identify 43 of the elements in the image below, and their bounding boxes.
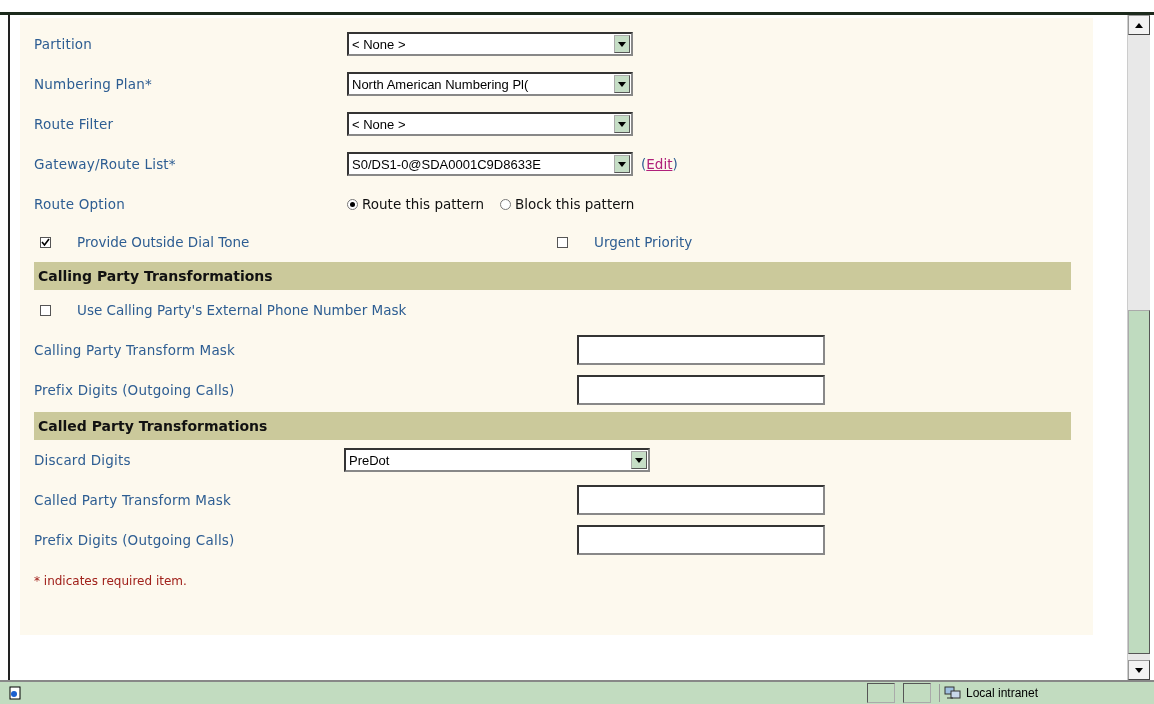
text-field[interactable] [577,485,825,515]
dropdown[interactable]: PreDot [344,448,650,472]
field-label: Route Filter [34,116,115,132]
field-label: Calling Party Transform Mask [34,342,237,358]
text-field[interactable] [577,525,825,555]
radio-label: Route this pattern [362,196,484,212]
zone-label: Local intranet [966,686,1039,700]
dropdown[interactable]: < None > [347,32,633,56]
field-label: Called Party Transform Mask [34,492,232,508]
section-header: Calling Party Transformations [34,262,1071,290]
dropdown[interactable]: North American Numbering Pl( [347,72,633,96]
scroll-up-icon[interactable] [1128,15,1150,35]
section-header: Called Party Transformations [34,412,1071,440]
parenthesis: ) [672,156,678,172]
text-field[interactable] [577,335,825,365]
radio-button[interactable] [347,198,358,210]
status-panel [903,683,931,703]
required-note: * indicates required item. [34,574,188,588]
checkbox[interactable] [557,236,568,248]
dropdown[interactable]: S0/DS1-0@SDA0001C9D8633E [347,152,633,176]
radio-label: Block this pattern [515,196,635,212]
checkbox[interactable] [40,236,51,248]
field-label: Partition [34,36,94,52]
dropdown[interactable]: < None > [347,112,633,136]
scroll-down-icon[interactable] [1128,660,1150,680]
text-field[interactable] [577,375,825,405]
intranet-icon [944,686,962,700]
field-label: Prefix Digits (Outgoing Calls) [34,382,236,398]
checkbox-label: Provide Outside Dial Tone [77,234,250,250]
page-icon [8,686,22,700]
checkbox-label: Use Calling Party's External Phone Number Mask [77,302,407,318]
radio-button[interactable] [500,198,511,210]
checkbox-label: Urgent Priority [594,234,693,250]
edit-link[interactable]: Edit [646,156,673,172]
field-label: Route Option [34,196,126,212]
field-label: Prefix Digits (Outgoing Calls) [34,532,236,548]
field-label: Discard Digits [34,452,132,468]
scrollbar[interactable] [1127,15,1150,680]
checkbox[interactable] [40,304,51,316]
field-label: Gateway/Route List* [34,156,177,172]
field-label: Numbering Plan* [34,76,153,92]
parenthesis: ( [641,156,647,172]
status-panel [867,683,895,703]
